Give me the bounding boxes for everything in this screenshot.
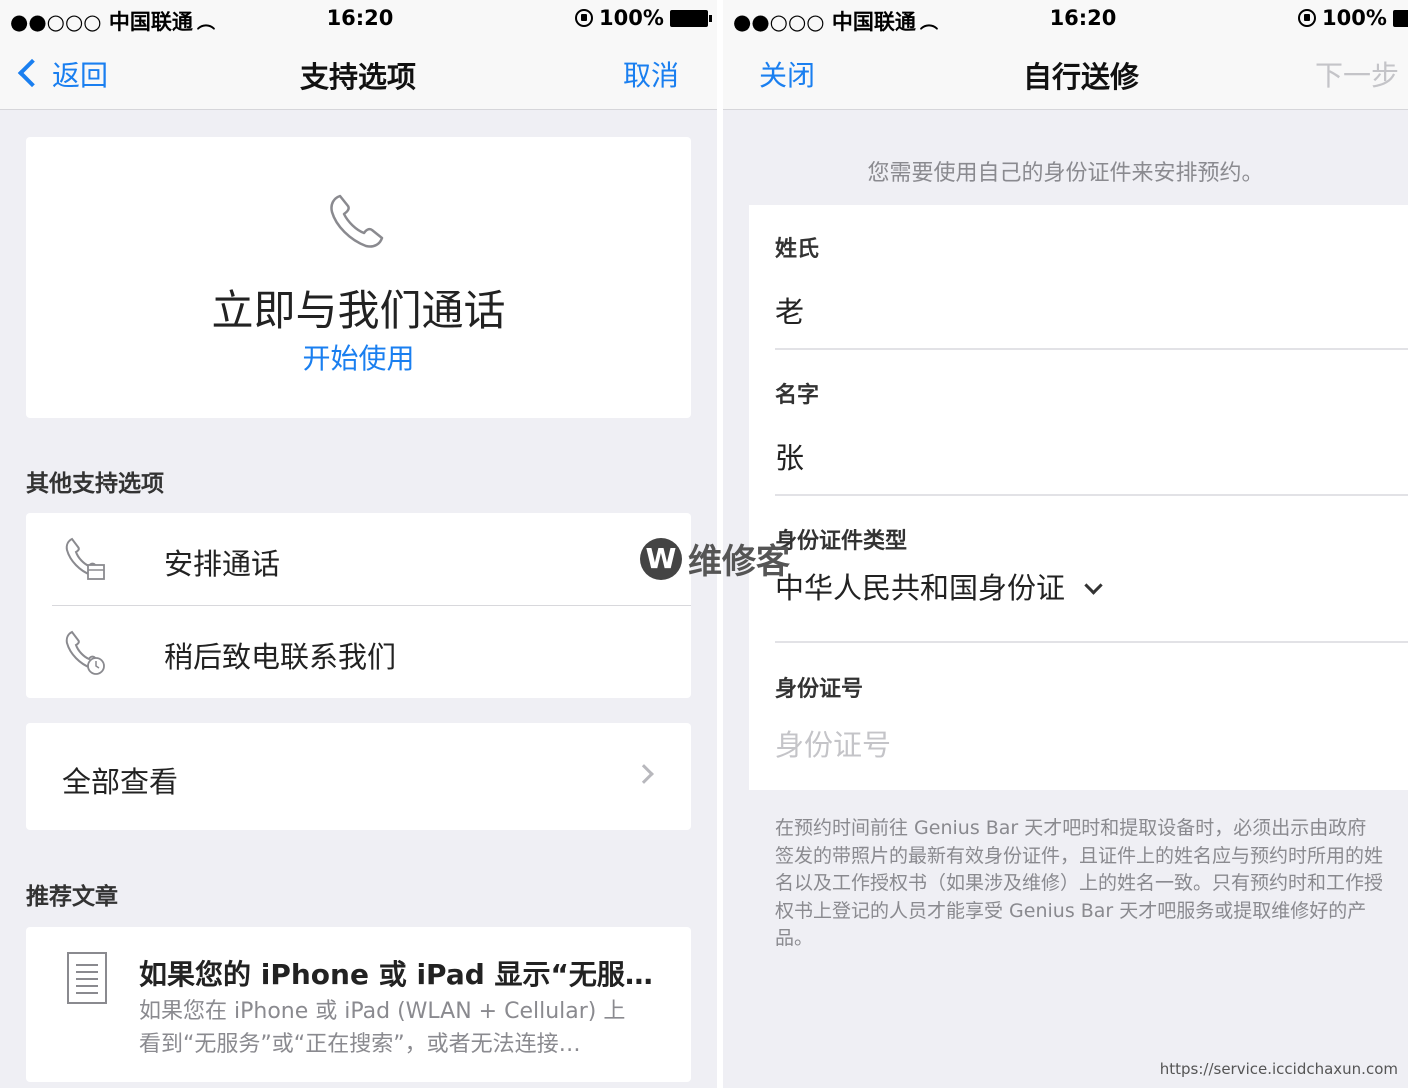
- watermark-text: 维修客: [688, 542, 790, 582]
- status-right: 100%: [575, 6, 712, 30]
- surname-field[interactable]: 老: [775, 289, 804, 331]
- given-name-label: 名字: [775, 383, 820, 408]
- call-now-card: 立即与我们通话 开始使用: [26, 137, 691, 418]
- battery-percent: 100%: [1322, 6, 1387, 30]
- nav-bar: 返回 支持选项 取消: [0, 36, 717, 110]
- back-button[interactable]: 返回: [17, 54, 109, 94]
- carry-in-repair-screen: ●●○○○ 中国联通 ︵ 16:20 100% 关闭 自行送修 下一步 您需要使…: [723, 0, 1408, 1088]
- get-started-link[interactable]: 开始使用: [26, 337, 691, 377]
- status-bar: ●●○○○ 中国联通 ︵ 16:20 100%: [0, 0, 717, 36]
- status-time: 16:20: [326, 6, 394, 30]
- carrier-info: ●●○○○ 中国联通 ︵: [733, 6, 938, 36]
- article-title: 如果您的 iPhone 或 iPad 显示“无服…: [139, 958, 653, 991]
- status-right: 100%: [1298, 6, 1408, 30]
- chevron-down-icon: [1084, 576, 1103, 595]
- id-type-select[interactable]: 中华人民共和国身份证: [775, 565, 1103, 607]
- wifi-icon: ︵: [919, 12, 938, 33]
- rotation-lock-icon: [1298, 9, 1316, 27]
- carrier-label: ●●○○○ 中国联通: [733, 10, 916, 34]
- call-now-title: 立即与我们通话: [211, 286, 506, 335]
- given-name-field[interactable]: 张: [775, 435, 804, 477]
- id-number-input[interactable]: [775, 723, 1375, 767]
- view-all-label: 全部查看: [62, 765, 179, 799]
- watermark-w-icon: W: [640, 537, 682, 580]
- phone-clock-icon: [65, 630, 105, 675]
- battery-icon: [1392, 9, 1408, 27]
- carrier-label: ●●○○○ 中国联通: [10, 10, 193, 34]
- field-divider: [775, 494, 1408, 496]
- carrier-info: ●●○○○ 中国联通 ︵: [10, 6, 215, 36]
- rotation-lock-icon: [575, 9, 593, 27]
- option-label: 安排通话: [164, 547, 281, 581]
- id-policy-footnote: 在预约时间前往 Genius Bar 天才吧时和提取设备时，必须出示由政府签发的…: [775, 817, 1384, 949]
- article-desc-line: 如果您在 iPhone 或 iPad (WLAN + Cellular) 上: [139, 999, 626, 1024]
- option-label: 稍后致电联系我们: [164, 640, 397, 674]
- chevron-left-icon: [17, 58, 47, 88]
- field-divider: [775, 348, 1408, 350]
- back-label: 返回: [52, 59, 109, 92]
- recommended-articles-header: 推荐文章: [26, 884, 118, 910]
- document-icon: [67, 952, 107, 1004]
- field-divider: [775, 641, 1408, 643]
- chevron-right-icon: [634, 764, 654, 784]
- cancel-button[interactable]: 取消: [623, 54, 679, 94]
- id-number-label: 身份证号: [775, 677, 864, 702]
- watermark-logo: W 维修客: [640, 534, 790, 583]
- article-desc-line: 看到“无服务”或“正在搜索”，或者无法连接…: [139, 1032, 581, 1057]
- id-requirement-hint: 您需要使用自己的身份证件来安排预约。: [867, 161, 1264, 186]
- close-button[interactable]: 关闭: [759, 54, 815, 94]
- phone-icon: [330, 194, 384, 248]
- option-schedule-call[interactable]: 安排通话: [26, 513, 691, 605]
- battery-icon: [669, 9, 712, 27]
- id-type-value: 中华人民共和国身份证: [775, 571, 1066, 605]
- nav-bar: 关闭 自行送修 下一步: [723, 36, 1408, 110]
- other-options-header: 其他支持选项: [26, 471, 164, 497]
- status-time: 16:20: [1049, 6, 1117, 30]
- page-title: 支持选项: [300, 60, 417, 94]
- battery-percent: 100%: [599, 6, 664, 30]
- phone-schedule-icon: [65, 537, 105, 580]
- id-form-card: 姓氏 老 名字 张 身份证件类型 中华人民共和国身份证 身份证号: [749, 205, 1408, 790]
- surname-label: 姓氏: [775, 237, 820, 262]
- other-options-card: 安排通话 稍后致电联系我们: [26, 513, 691, 698]
- status-bar: ●●○○○ 中国联通 ︵ 16:20 100%: [723, 0, 1408, 36]
- id-type-label: 身份证件类型: [775, 529, 908, 554]
- wifi-icon: ︵: [196, 12, 215, 33]
- article-item[interactable]: 如果您的 iPhone 或 iPad 显示“无服… 如果您在 iPhone 或 …: [26, 927, 691, 1082]
- source-url: https://service.iccidchaxun.com: [1159, 1060, 1398, 1078]
- next-button[interactable]: 下一步: [1315, 54, 1399, 94]
- view-all-row[interactable]: 全部查看: [26, 723, 691, 830]
- article-description: 如果您在 iPhone 或 iPad (WLAN + Cellular) 上 看…: [139, 995, 659, 1061]
- option-call-later[interactable]: 稍后致电联系我们: [26, 606, 691, 698]
- page-title: 自行送修: [1023, 60, 1140, 94]
- support-options-screen: ●●○○○ 中国联通 ︵ 16:20 100% 返回 支持选项 取消 立即与我们…: [0, 0, 717, 1088]
